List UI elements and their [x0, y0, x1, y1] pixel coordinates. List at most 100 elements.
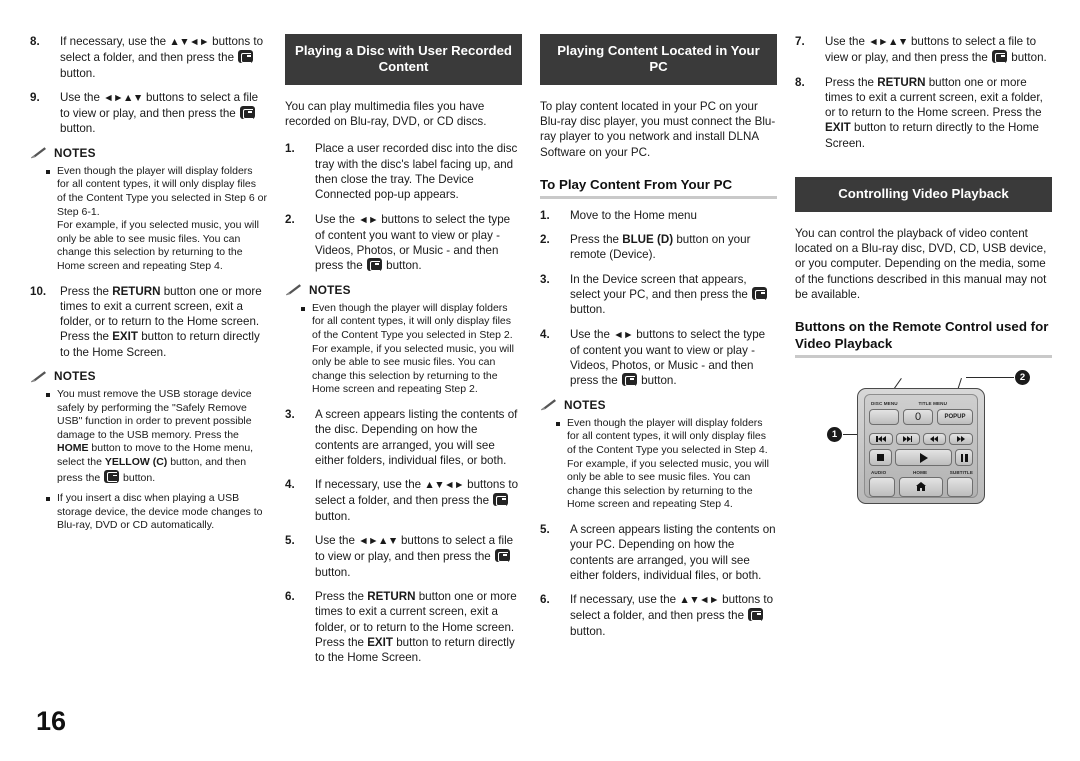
- remote-row-transport: [869, 449, 973, 467]
- notes-list: Even though the player will display fold…: [30, 165, 267, 274]
- step-text: Use the ◄►▲▼ buttons to select a file to…: [825, 35, 1047, 65]
- step-text: If necessary, use the ▲▼◄► buttons to se…: [60, 35, 264, 80]
- note-item: You must remove the USB storage device s…: [46, 388, 267, 485]
- step-text: If necessary, use the ▲▼◄► buttons to se…: [315, 478, 519, 523]
- callout-1: 1: [827, 427, 842, 443]
- remote-row-top: 0 POPUP: [869, 409, 973, 426]
- skip-forward-button[interactable]: [895, 433, 920, 446]
- step-text: Move to the Home menu: [570, 208, 697, 222]
- step-number: 9.: [30, 90, 40, 104]
- section-intro: You can play multimedia files you have r…: [285, 100, 487, 129]
- step-number: 3.: [285, 407, 295, 421]
- step-text: Press the RETURN button one or more time…: [825, 75, 1043, 150]
- enter-button-icon: [238, 50, 254, 64]
- audio-label: AUDIO: [871, 470, 887, 476]
- subtitle-button[interactable]: [947, 477, 973, 498]
- step-item: 7. Use the ◄►▲▼ buttons to select a file…: [795, 34, 1052, 66]
- notes-heading: NOTES: [540, 398, 777, 412]
- enter-button-icon: [366, 258, 382, 272]
- column-1: 8. If necessary, use the ▲▼◄► buttons to…: [30, 34, 285, 674]
- step-number: 7.: [795, 35, 805, 48]
- page-columns: 8. If necessary, use the ▲▼◄► buttons to…: [30, 34, 1052, 674]
- section-header-controlling-video: Controlling Video Playback: [795, 177, 1052, 213]
- remote-row-skip: [869, 433, 973, 446]
- manual-page: 8. If necessary, use the ▲▼◄► buttons to…: [0, 0, 1080, 761]
- column1-steps-top: 8. If necessary, use the ▲▼◄► buttons to…: [30, 34, 267, 137]
- step-item: 2. Press the BLUE (D) button on your rem…: [540, 232, 777, 263]
- step-item: 6. If necessary, use the ▲▼◄► buttons to…: [540, 592, 777, 639]
- column-2: Playing a Disc with User Recorded Conten…: [285, 34, 540, 674]
- remote-row-bottom: [869, 477, 973, 498]
- step-item: 3. In the Device screen that appears, se…: [540, 272, 777, 318]
- skip-backward-button[interactable]: [869, 433, 893, 446]
- step-item: 4. Use the ◄► buttons to select the type…: [540, 327, 777, 389]
- pause-button[interactable]: [955, 449, 973, 467]
- stop-button[interactable]: [869, 449, 892, 467]
- enter-button-icon: [493, 493, 509, 507]
- subheading-rule: [540, 195, 777, 199]
- column-3: Playing Content Located in Your PC To pl…: [540, 34, 795, 674]
- step-number: 6.: [285, 589, 295, 603]
- play-button[interactable]: [895, 449, 952, 467]
- subtitle-label: SUBTITLE: [949, 470, 973, 476]
- notes-heading: NOTES: [30, 146, 267, 160]
- section-header-playing-pc: Playing Content Located in Your PC: [540, 34, 777, 85]
- step-number: 4.: [540, 327, 550, 341]
- remote-control-illustration: 2 1 DISC MENU TITLE MENU 0 POPUP AUDIO H…: [795, 370, 1052, 515]
- notes-heading: NOTES: [30, 369, 267, 383]
- step-item: 4. If necessary, use the ▲▼◄► buttons to…: [285, 477, 522, 524]
- step-text: Press the RETURN button one or more time…: [60, 284, 262, 359]
- enter-button-icon: [752, 287, 768, 300]
- subheading-rule: [795, 355, 1052, 359]
- step-number: 4.: [285, 478, 295, 492]
- pencil-notes-icon: [30, 146, 47, 159]
- step-item: 5. A screen appears listing the contents…: [540, 522, 777, 583]
- enter-button-icon: [992, 50, 1008, 64]
- subheading-play-from-pc: To Play Content From Your PC: [540, 176, 733, 192]
- notes-heading: NOTES: [285, 283, 522, 297]
- disc-menu-label: DISC MENU: [871, 401, 898, 407]
- step-text: Use the ◄►▲▼ buttons to select a file to…: [315, 534, 514, 579]
- column2-steps-top: 1. Place a user recorded disc into the d…: [285, 141, 522, 273]
- notes-block: NOTES Even though the player will displa…: [285, 283, 522, 397]
- rewind-button[interactable]: [922, 433, 947, 446]
- step-text: Press the RETURN button one or more time…: [315, 589, 517, 665]
- home-button[interactable]: [899, 477, 943, 498]
- section-intro: To play content located in your PC on yo…: [540, 100, 776, 159]
- step-number: 2.: [285, 212, 295, 226]
- section-header-playing-disc: Playing a Disc with User Recorded Conten…: [285, 34, 522, 85]
- enter-button-icon: [621, 373, 637, 387]
- fast-forward-button[interactable]: [949, 433, 973, 446]
- notes-list: You must remove the USB storage device s…: [30, 388, 267, 533]
- notes-block: NOTES Even though the player will displa…: [30, 146, 267, 274]
- note-item: Even though the player will display fold…: [556, 417, 777, 512]
- note-item: Even though the player will display fold…: [46, 165, 267, 274]
- disc-menu-button[interactable]: [869, 409, 899, 426]
- pencil-notes-icon: [30, 370, 47, 383]
- callout-2-leader: [966, 377, 1014, 379]
- popup-button[interactable]: POPUP: [937, 409, 973, 426]
- step-number: 1.: [540, 208, 550, 222]
- enter-button-icon: [104, 469, 120, 483]
- step-item: 8. Press the RETURN button one or more t…: [795, 75, 1052, 151]
- step-item: 3. A screen appears listing the contents…: [285, 407, 522, 468]
- step-text: If necessary, use the ▲▼◄► buttons to se…: [570, 593, 774, 638]
- column1-steps-bottom: 10. Press the RETURN button one or more …: [30, 284, 267, 360]
- notes-list: Even though the player will display fold…: [540, 417, 777, 512]
- notes-block: NOTES You must remove the USB storage de…: [30, 369, 267, 533]
- column2-steps-bottom: 3. A screen appears listing the contents…: [285, 407, 522, 665]
- column3-steps-top: 1. Move to the Home menu 2. Press the BL…: [540, 208, 777, 389]
- step-number: 5.: [540, 522, 550, 536]
- zero-button[interactable]: 0: [903, 409, 933, 426]
- audio-button[interactable]: [869, 477, 895, 498]
- step-item: 8. If necessary, use the ▲▼◄► buttons to…: [30, 34, 267, 81]
- callout-2: 2: [1015, 370, 1030, 386]
- notes-label: NOTES: [54, 145, 96, 160]
- home-label: HOME: [913, 470, 928, 476]
- pencil-notes-icon: [285, 283, 302, 296]
- pencil-notes-icon: [540, 398, 557, 411]
- note-item: Even though the player will display fold…: [301, 302, 522, 397]
- step-text: Use the ◄► buttons to select the type of…: [315, 212, 511, 273]
- step-number: 2.: [540, 233, 550, 247]
- step-item: 1. Move to the Home menu: [540, 208, 777, 223]
